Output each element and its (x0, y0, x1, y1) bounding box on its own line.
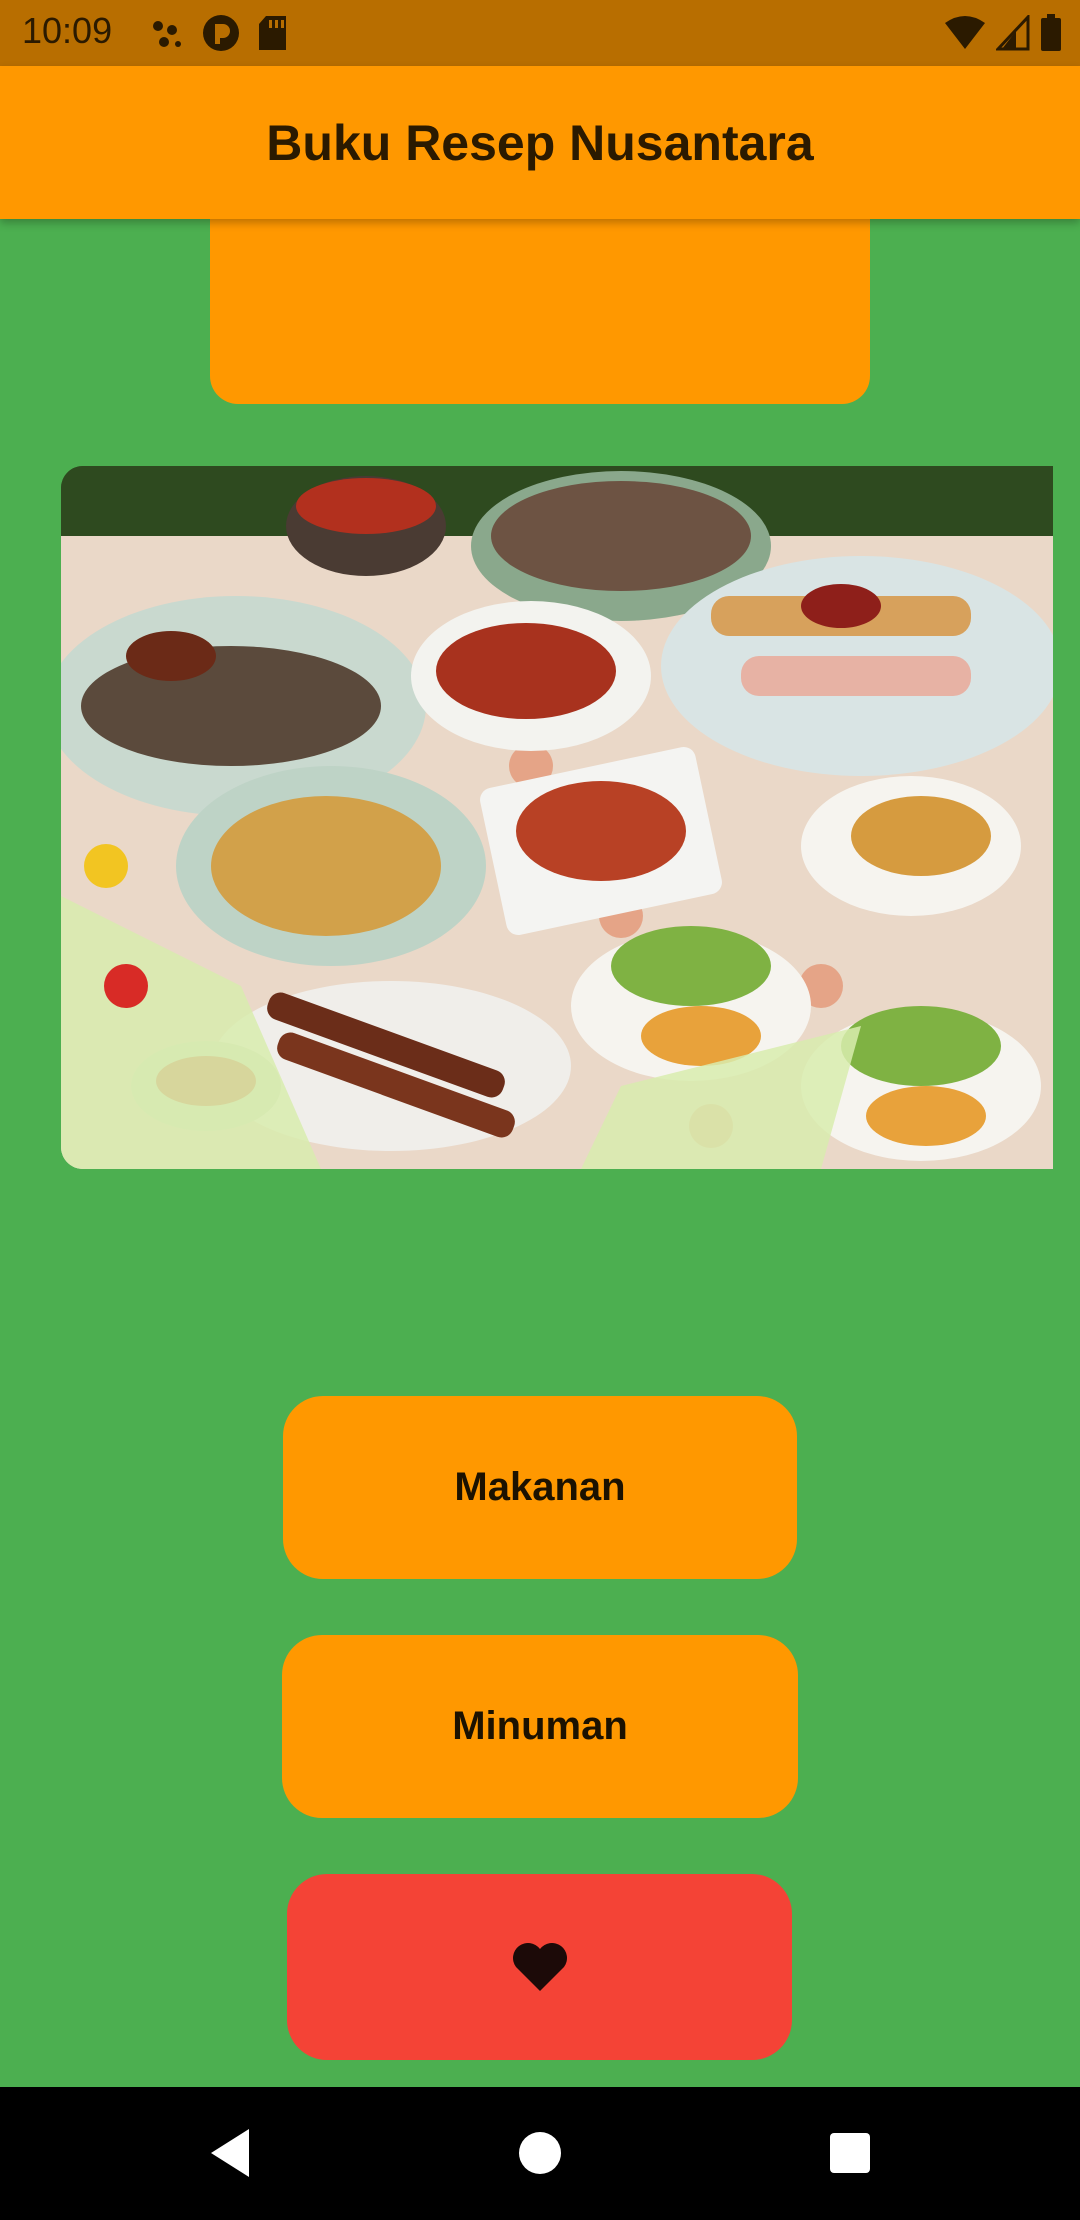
hero-image (61, 466, 1053, 1169)
top-card[interactable] (210, 219, 870, 404)
dots-icon (153, 21, 181, 47)
minuman-button-label: Minuman (452, 1704, 628, 1748)
app-title: Buku Resep Nusantara (266, 115, 814, 171)
status-bar: 10:09 (0, 0, 1080, 66)
home-icon[interactable] (510, 2123, 570, 2183)
signal-icon (996, 15, 1030, 51)
app-bar: Buku Resep Nusantara (0, 66, 1080, 219)
status-icons-right (944, 14, 1062, 52)
favorite-button[interactable] (287, 1874, 792, 2060)
status-icons-left (150, 14, 288, 52)
status-time: 10:09 (22, 10, 113, 51)
makanan-button-label: Makanan (454, 1465, 626, 1509)
makanan-button[interactable]: Makanan (283, 1396, 797, 1579)
wifi-icon (945, 16, 985, 49)
recents-icon[interactable] (820, 2123, 880, 2183)
navigation-bar (0, 2087, 1080, 2220)
minuman-button[interactable]: Minuman (282, 1635, 798, 1818)
heart-icon (512, 1943, 567, 1991)
indonesian-food-spread-image (61, 466, 1053, 1169)
back-icon[interactable] (205, 2123, 265, 2183)
scroll-content[interactable]: Makanan Minuman (0, 219, 1080, 2087)
sd-card-icon (259, 16, 286, 50)
battery-icon (1041, 14, 1061, 51)
pocket-icon (203, 15, 239, 51)
